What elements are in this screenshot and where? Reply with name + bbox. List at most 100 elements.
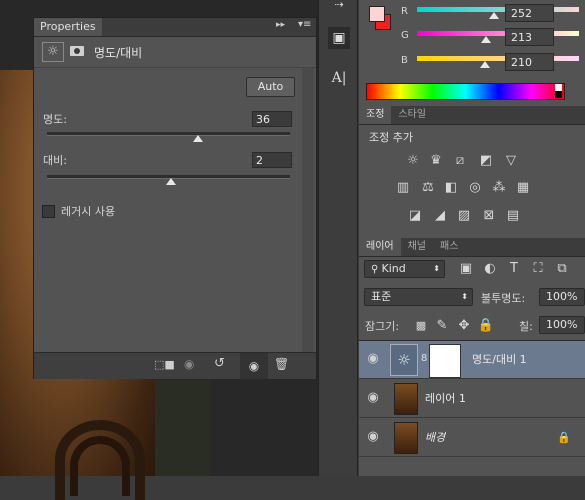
eye-icon[interactable]: ◉ [365,351,381,367]
eye-icon[interactable]: ◉ [365,390,381,406]
layer-filter-select[interactable]: ⚲ Kind ⬍ [364,260,445,278]
properties-strip-icon[interactable]: ▣ [328,27,350,49]
exposure-icon[interactable]: ◩ [477,153,495,169]
collapse-icon[interactable]: ▸▸ [276,20,285,30]
link-icon[interactable]: 8 [421,353,427,364]
levels-icon[interactable]: ♛ [427,153,445,169]
canvas-photo-dark-area [155,380,210,476]
canvas-chair-back-inner [70,436,130,496]
filter-smart-object-icon[interactable]: ⧉ [553,261,571,277]
legacy-label: 레거시 사용 [61,205,116,218]
g-value[interactable]: 213 [505,28,554,46]
color-lookup-icon[interactable]: ▦ [514,180,532,196]
contrast-input[interactable]: 2 [252,152,292,168]
r-slider-thumb[interactable] [489,12,499,19]
fill-input[interactable]: 100% [539,316,585,334]
contrast-label: 대비: [43,154,67,167]
view-previous-icon[interactable]: ◉ [184,357,194,371]
brightness-contrast-icon[interactable]: ☼ [42,42,64,62]
lock-icon: 🔒 [557,431,571,444]
eye-icon[interactable]: ◉ [365,429,381,445]
layer-row-brightness[interactable]: ◉ ☼ 8 명도/대비 1 [359,341,585,379]
visibility-toggle[interactable]: ◉ [240,353,268,379]
layer-name[interactable]: 배경 [425,419,445,457]
filter-type-icon[interactable]: T [505,261,523,277]
hue-saturation-icon[interactable]: ▥ [394,180,412,196]
curves-icon[interactable]: ⧄ [451,153,469,169]
layer-filter-value: Kind [381,262,406,275]
character-icon[interactable]: A| [328,67,350,89]
g-slider[interactable] [417,31,579,36]
brightness-input[interactable]: 36 [252,111,292,127]
tab-styles[interactable]: 스타일 [391,106,433,124]
lock-position-icon[interactable]: ✥ [455,318,473,334]
lock-brush-icon[interactable]: ✎ [433,318,451,334]
layer-row-background[interactable]: ◉ 배경 🔒 [359,419,585,457]
tab-paths[interactable]: 패스 [433,238,465,256]
properties-header: Properties ▸▸ ▾≡ [34,18,316,37]
mask-icon[interactable] [70,46,84,56]
auto-button[interactable]: Auto [246,77,295,97]
reset-icon[interactable]: ↺ [214,356,225,371]
layers-tabs: 레이어 채널 패스 [359,238,585,257]
layer-thumbnail [394,422,418,454]
color-balance-icon[interactable]: ⚖ [419,180,437,196]
eye-icon: ◉ [248,359,260,373]
opacity-input[interactable]: 100% [539,288,585,306]
layer-mask-thumbnail[interactable] [429,344,461,378]
channel-mixer-icon[interactable]: ⁂ [490,180,508,196]
lock-all-icon[interactable]: 🔒 [477,318,495,334]
properties-footer: ⬚■ ◉ ↺ ◉ 🗑 [34,352,316,379]
selective-color-icon[interactable]: ⊠ [480,208,498,224]
b-slider[interactable] [417,56,579,61]
adjustment-layer-icon: ☼ [390,344,418,376]
filter-shape-icon[interactable]: ⛶ [529,261,547,277]
color-spectrum-bar[interactable] [366,83,565,100]
trash-icon[interactable]: 🗑 [274,357,289,371]
tab-channels[interactable]: 채널 [401,238,433,256]
black-swatch[interactable] [555,91,562,98]
r-label: R [401,6,408,17]
lock-transparent-icon[interactable]: ▩ [412,318,430,334]
layer-row-layer1[interactable]: ◉ 레이어 1 [359,380,585,418]
layer-name[interactable]: 명도/대비 1 [472,341,527,379]
legacy-checkbox[interactable] [42,205,55,218]
invert-icon[interactable]: ◪ [406,208,424,224]
foreground-color-swatch[interactable] [369,6,385,22]
white-swatch[interactable] [555,84,562,91]
brightness-adjust-icon[interactable]: ☼ [404,153,422,169]
threshold-icon[interactable]: ▨ [455,208,473,224]
r-value[interactable]: 252 [505,4,554,22]
g-slider-thumb[interactable] [481,36,491,43]
brightness-slider-thumb[interactable] [192,135,203,142]
properties-panel: Properties ▸▸ ▾≡ ☼ 명도/대비 Auto 명도: 36 대비:… [33,17,317,379]
contrast-slider-thumb[interactable] [165,178,176,185]
properties-scrollbar[interactable] [302,68,314,352]
tab-layers[interactable]: 레이어 [359,238,401,256]
vibrance-icon[interactable]: ▽ [502,153,520,169]
clip-to-layer-icon[interactable]: ⬚■ [154,358,175,371]
filter-adjustment-icon[interactable]: ◐ [481,261,499,277]
b-slider-thumb[interactable] [480,61,490,68]
brightness-slider[interactable] [47,132,290,136]
b-value[interactable]: 210 [505,53,554,71]
blend-mode-select[interactable]: 표준 ⬍ [364,288,473,306]
panel-icon-strip: ⇢ ▣ A| [318,0,358,476]
adjustment-title: 명도/대비 [94,46,143,60]
tab-adjustments[interactable]: 조정 [359,106,392,124]
gradient-map-icon[interactable]: ▤ [504,208,522,224]
opacity-label: 불투명도: [481,292,526,305]
chevron-icon: ⬍ [461,292,468,301]
panel-menu-icon[interactable]: ▾≡ [298,19,311,30]
properties-tab[interactable]: Properties [34,18,102,36]
photo-filter-icon[interactable]: ◎ [466,180,484,196]
b-label: B [401,55,408,66]
history-icon[interactable]: ⇢ [328,0,350,12]
posterize-icon[interactable]: ◢ [431,208,449,224]
black-white-icon[interactable]: ◧ [442,180,460,196]
blend-mode-value: 표준 [371,290,392,303]
layer-name[interactable]: 레이어 1 [425,380,466,418]
filter-pixel-icon[interactable]: ▣ [457,261,475,277]
adjustments-tabs: 조정 스타일 [359,106,585,125]
chevron-icon: ⬍ [433,264,440,273]
